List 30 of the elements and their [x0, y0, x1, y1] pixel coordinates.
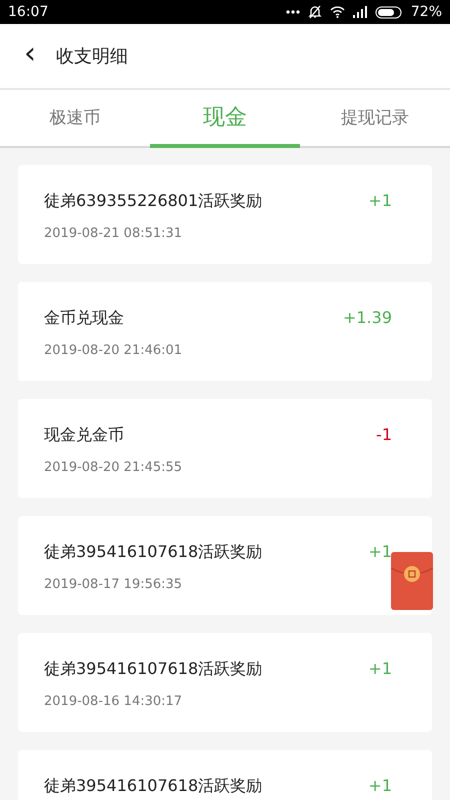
record-title: 徒弟395416107618活跃奖励: [44, 776, 264, 797]
record-amount: +1: [368, 191, 392, 212]
page-title: 收支明细: [56, 45, 128, 68]
battery-icon: [374, 6, 403, 18]
status-time: 16:07: [8, 4, 48, 20]
battery-percent: 72%: [410, 4, 442, 20]
muted-bell-icon: [308, 5, 322, 19]
tab[interactable]: 现金: [150, 90, 300, 148]
record-time: 2019-08-16 14:30:17: [44, 694, 184, 709]
record-amount: +1: [368, 776, 392, 797]
record-title: 徒弟395416107618活跃奖励: [44, 542, 264, 563]
record-title: 徒弟395416107618活跃奖励: [44, 659, 264, 680]
record-title: 现金兑金币: [44, 425, 125, 446]
record-title: 金币兑现金: [44, 308, 125, 329]
more-icon: [286, 10, 300, 14]
record-title: 徒弟639355226801活跃奖励: [44, 191, 264, 212]
record-amount: -1: [376, 425, 392, 446]
signal-icon: [352, 6, 367, 18]
record-amount: +1: [368, 542, 392, 563]
record-time: 2019-08-20 21:45:55: [44, 460, 184, 475]
record-amount: +1.39: [342, 308, 392, 329]
record-time: 2019-08-21 08:51:31: [44, 226, 184, 241]
record-time: 2019-08-20 21:46:01: [44, 343, 184, 358]
tab[interactable]: 提现记录: [300, 90, 450, 148]
tab[interactable]: 极速币: [0, 90, 150, 148]
record-time: 2019-08-17 19:56:35: [44, 577, 184, 592]
back-button[interactable]: ‹: [20, 39, 40, 73]
envelope-icon[interactable]: [391, 552, 433, 610]
wifi-icon: [330, 6, 345, 18]
record-amount: +1: [368, 659, 392, 680]
